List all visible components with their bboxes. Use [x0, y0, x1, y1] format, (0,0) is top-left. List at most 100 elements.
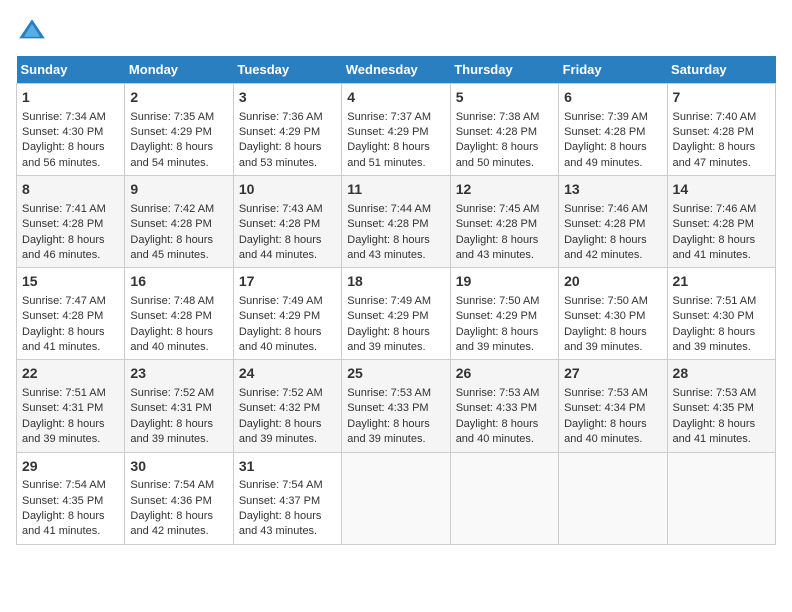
sunset-label: Sunset: 4:33 PM — [347, 402, 428, 414]
daylight-label: Daylight: 8 hours and 53 minutes. — [239, 141, 322, 168]
sunrise-label: Sunrise: 7:48 AM — [130, 295, 214, 307]
sunrise-label: Sunrise: 7:53 AM — [564, 387, 648, 399]
calendar-cell: 6 Sunrise: 7:39 AM Sunset: 4:28 PM Dayli… — [559, 84, 667, 176]
calendar-cell: 18 Sunrise: 7:49 AM Sunset: 4:29 PM Dayl… — [342, 268, 450, 360]
sunrise-label: Sunrise: 7:45 AM — [456, 203, 540, 215]
calendar-cell: 21 Sunrise: 7:51 AM Sunset: 4:30 PM Dayl… — [667, 268, 775, 360]
calendar-week-row: 1 Sunrise: 7:34 AM Sunset: 4:30 PM Dayli… — [17, 84, 776, 176]
sunrise-label: Sunrise: 7:38 AM — [456, 111, 540, 123]
calendar-cell: 31 Sunrise: 7:54 AM Sunset: 4:37 PM Dayl… — [233, 452, 341, 544]
sunset-label: Sunset: 4:31 PM — [22, 402, 103, 414]
sunset-label: Sunset: 4:29 PM — [456, 310, 537, 322]
day-number: 15 — [22, 272, 119, 292]
daylight-label: Daylight: 8 hours and 50 minutes. — [456, 141, 539, 168]
sunrise-label: Sunrise: 7:50 AM — [564, 295, 648, 307]
calendar-cell: 15 Sunrise: 7:47 AM Sunset: 4:28 PM Dayl… — [17, 268, 125, 360]
sunrise-label: Sunrise: 7:51 AM — [673, 295, 757, 307]
day-number: 9 — [130, 180, 227, 200]
sunrise-label: Sunrise: 7:54 AM — [22, 479, 106, 491]
daylight-label: Daylight: 8 hours and 56 minutes. — [22, 141, 105, 168]
day-of-week-header: Sunday — [17, 56, 125, 84]
daylight-label: Daylight: 8 hours and 47 minutes. — [673, 141, 756, 168]
daylight-label: Daylight: 8 hours and 43 minutes. — [239, 510, 322, 537]
calendar-cell: 10 Sunrise: 7:43 AM Sunset: 4:28 PM Dayl… — [233, 176, 341, 268]
day-of-week-header: Monday — [125, 56, 233, 84]
day-number: 1 — [22, 88, 119, 108]
daylight-label: Daylight: 8 hours and 39 minutes. — [130, 418, 213, 445]
daylight-label: Daylight: 8 hours and 44 minutes. — [239, 234, 322, 261]
daylight-label: Daylight: 8 hours and 43 minutes. — [456, 234, 539, 261]
sunrise-label: Sunrise: 7:43 AM — [239, 203, 323, 215]
sunrise-label: Sunrise: 7:49 AM — [347, 295, 431, 307]
calendar-cell: 29 Sunrise: 7:54 AM Sunset: 4:35 PM Dayl… — [17, 452, 125, 544]
daylight-label: Daylight: 8 hours and 40 minutes. — [456, 418, 539, 445]
day-number: 21 — [673, 272, 770, 292]
sunset-label: Sunset: 4:31 PM — [130, 402, 211, 414]
day-number: 11 — [347, 180, 444, 200]
calendar-cell — [559, 452, 667, 544]
daylight-label: Daylight: 8 hours and 39 minutes. — [564, 326, 647, 353]
daylight-label: Daylight: 8 hours and 39 minutes. — [239, 418, 322, 445]
sunset-label: Sunset: 4:28 PM — [456, 126, 537, 138]
daylight-label: Daylight: 8 hours and 43 minutes. — [347, 234, 430, 261]
calendar-cell — [450, 452, 558, 544]
sunset-label: Sunset: 4:37 PM — [239, 495, 320, 507]
day-number: 6 — [564, 88, 661, 108]
sunset-label: Sunset: 4:28 PM — [673, 126, 754, 138]
sunrise-label: Sunrise: 7:41 AM — [22, 203, 106, 215]
daylight-label: Daylight: 8 hours and 39 minutes. — [347, 418, 430, 445]
sunrise-label: Sunrise: 7:34 AM — [22, 111, 106, 123]
sunrise-label: Sunrise: 7:53 AM — [456, 387, 540, 399]
calendar-cell: 28 Sunrise: 7:53 AM Sunset: 4:35 PM Dayl… — [667, 360, 775, 452]
daylight-label: Daylight: 8 hours and 39 minutes. — [673, 326, 756, 353]
calendar-cell: 22 Sunrise: 7:51 AM Sunset: 4:31 PM Dayl… — [17, 360, 125, 452]
calendar-cell: 16 Sunrise: 7:48 AM Sunset: 4:28 PM Dayl… — [125, 268, 233, 360]
calendar-cell: 12 Sunrise: 7:45 AM Sunset: 4:28 PM Dayl… — [450, 176, 558, 268]
sunrise-label: Sunrise: 7:46 AM — [564, 203, 648, 215]
calendar-cell: 20 Sunrise: 7:50 AM Sunset: 4:30 PM Dayl… — [559, 268, 667, 360]
sunrise-label: Sunrise: 7:50 AM — [456, 295, 540, 307]
sunrise-label: Sunrise: 7:51 AM — [22, 387, 106, 399]
day-number: 4 — [347, 88, 444, 108]
daylight-label: Daylight: 8 hours and 39 minutes. — [22, 418, 105, 445]
daylight-label: Daylight: 8 hours and 41 minutes. — [22, 510, 105, 537]
calendar-cell: 19 Sunrise: 7:50 AM Sunset: 4:29 PM Dayl… — [450, 268, 558, 360]
sunrise-label: Sunrise: 7:39 AM — [564, 111, 648, 123]
sunset-label: Sunset: 4:29 PM — [347, 310, 428, 322]
sunrise-label: Sunrise: 7:53 AM — [673, 387, 757, 399]
calendar-cell: 25 Sunrise: 7:53 AM Sunset: 4:33 PM Dayl… — [342, 360, 450, 452]
sunset-label: Sunset: 4:28 PM — [456, 218, 537, 230]
sunset-label: Sunset: 4:30 PM — [564, 310, 645, 322]
sunset-label: Sunset: 4:35 PM — [22, 495, 103, 507]
sunset-label: Sunset: 4:35 PM — [673, 402, 754, 414]
calendar-week-row: 15 Sunrise: 7:47 AM Sunset: 4:28 PM Dayl… — [17, 268, 776, 360]
daylight-label: Daylight: 8 hours and 40 minutes. — [564, 418, 647, 445]
sunset-label: Sunset: 4:28 PM — [130, 310, 211, 322]
day-number: 26 — [456, 364, 553, 384]
sunrise-label: Sunrise: 7:35 AM — [130, 111, 214, 123]
sunset-label: Sunset: 4:28 PM — [347, 218, 428, 230]
calendar-cell: 7 Sunrise: 7:40 AM Sunset: 4:28 PM Dayli… — [667, 84, 775, 176]
daylight-label: Daylight: 8 hours and 41 minutes. — [673, 234, 756, 261]
calendar-cell: 5 Sunrise: 7:38 AM Sunset: 4:28 PM Dayli… — [450, 84, 558, 176]
day-number: 14 — [673, 180, 770, 200]
calendar-header-row: SundayMondayTuesdayWednesdayThursdayFrid… — [17, 56, 776, 84]
daylight-label: Daylight: 8 hours and 39 minutes. — [456, 326, 539, 353]
day-number: 22 — [22, 364, 119, 384]
calendar-cell: 9 Sunrise: 7:42 AM Sunset: 4:28 PM Dayli… — [125, 176, 233, 268]
sunrise-label: Sunrise: 7:52 AM — [130, 387, 214, 399]
sunrise-label: Sunrise: 7:42 AM — [130, 203, 214, 215]
day-number: 16 — [130, 272, 227, 292]
sunrise-label: Sunrise: 7:44 AM — [347, 203, 431, 215]
page-header — [16, 16, 776, 48]
calendar-cell: 24 Sunrise: 7:52 AM Sunset: 4:32 PM Dayl… — [233, 360, 341, 452]
calendar-cell: 26 Sunrise: 7:53 AM Sunset: 4:33 PM Dayl… — [450, 360, 558, 452]
day-number: 25 — [347, 364, 444, 384]
sunrise-label: Sunrise: 7:52 AM — [239, 387, 323, 399]
day-number: 12 — [456, 180, 553, 200]
day-number: 18 — [347, 272, 444, 292]
calendar-cell: 1 Sunrise: 7:34 AM Sunset: 4:30 PM Dayli… — [17, 84, 125, 176]
daylight-label: Daylight: 8 hours and 41 minutes. — [673, 418, 756, 445]
day-number: 5 — [456, 88, 553, 108]
daylight-label: Daylight: 8 hours and 51 minutes. — [347, 141, 430, 168]
